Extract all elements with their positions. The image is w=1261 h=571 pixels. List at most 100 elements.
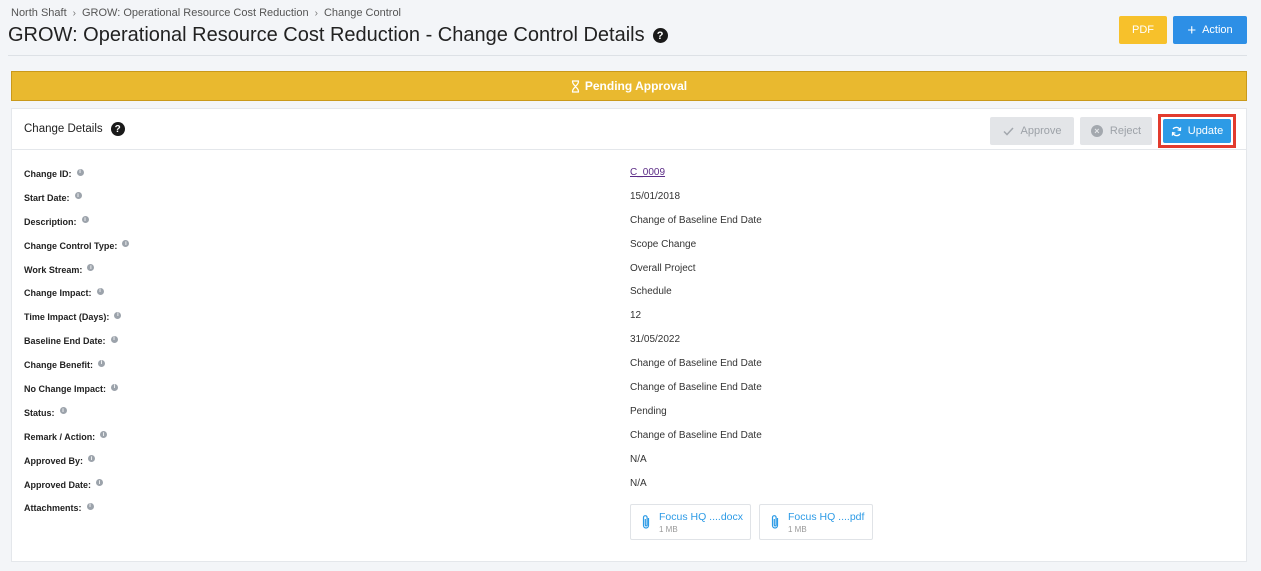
detail-row-approved-date: Approved Date: i N/A [12,472,1246,496]
detail-row-remark-action: Remark / Action: i Change of Baseline End… [12,424,1246,448]
detail-label: Baseline End Date: i [24,335,118,346]
breadcrumb-item-north-shaft[interactable]: North Shaft [11,7,67,19]
detail-label: Status: i [24,407,67,418]
attachment-info: Focus HQ ....pdf 1 MB [788,511,864,534]
detail-label-text: Change Control Type: [24,240,118,251]
attachment-item[interactable]: Focus HQ ....docx 1 MB [630,504,751,540]
detail-label: Work Stream: i [24,264,95,275]
action-button-label: Action [1202,24,1233,36]
approve-button[interactable]: Approve [990,117,1074,145]
detail-label-text: Status: [24,407,55,418]
update-button[interactable]: Update [1163,119,1231,143]
breadcrumb-item-project[interactable]: GROW: Operational Resource Cost Reductio… [82,7,309,19]
info-icon[interactable]: i [98,359,106,367]
help-icon[interactable]: ? [110,122,125,136]
header-buttons: PDF + Action [1119,16,1247,44]
update-highlight: Update [1158,114,1236,148]
attachment-name[interactable]: Focus HQ ....pdf [788,511,864,523]
detail-label-text: Description: [24,216,77,227]
detail-value: Change of Baseline End Date [630,382,762,394]
info-icon[interactable]: i [96,479,104,487]
detail-value: Scope Change [630,238,697,250]
detail-row-status: Status: i Pending [12,400,1246,424]
detail-value: N/A [630,477,647,489]
close-circle-icon: × [1090,125,1103,137]
panel-header: Change Details ? Approve × Reject Update [12,109,1246,150]
detail-row-change-impact: Change Impact: i Schedule [12,280,1246,304]
pdf-button[interactable]: PDF [1119,16,1167,44]
detail-label: Change Benefit: i [24,359,106,371]
breadcrumb-item-change-control[interactable]: Change Control [324,7,401,19]
plus-icon: + [1187,21,1197,39]
detail-label-text: Attachments: [24,503,82,514]
reject-button-label: Reject [1109,125,1142,137]
info-icon[interactable]: i [76,168,84,176]
detail-row-description: Description: i Change of Baseline End Dat… [12,209,1246,233]
status-banner: Pending Approval [11,71,1247,101]
detail-row-approved-by: Approved By: i N/A [12,448,1246,472]
detail-value: 15/01/2018 [630,190,681,202]
info-icon[interactable]: i [110,335,118,343]
detail-label: Change Control Type: i [24,240,130,251]
paperclip-icon [642,515,650,529]
detail-row-no-change-impact: No Change Impact: i Change of Baseline En… [12,376,1246,400]
detail-label-text: Approved Date: [24,479,92,490]
detail-value: N/A [630,453,647,465]
info-icon[interactable]: i [86,502,94,510]
detail-value: Change of Baseline End Date [630,358,762,370]
detail-label: Approved Date: i [24,479,104,490]
detail-label: Description: i [24,216,89,227]
detail-row-change-control-type: Change Control Type: i Scope Change [12,233,1246,257]
info-icon[interactable]: i [114,311,122,319]
details-list: Change ID: i C_0009 Start Date: i 15/01/20… [12,161,1246,519]
detail-value: 12 [630,310,642,322]
info-icon[interactable]: i [59,407,67,415]
header-divider [8,55,1247,56]
detail-row-attachments: Attachments: i [12,495,1246,519]
detail-label-text: Change Benefit: [24,360,94,371]
detail-value: Overall Project [630,262,696,274]
detail-label-text: No Change Impact: [24,384,107,395]
info-icon[interactable]: i [122,240,130,248]
detail-row-change-id: Change ID: i C_0009 [12,161,1246,185]
detail-label-text: Work Stream: [24,264,83,275]
change-details-panel: Change Details ? Approve × Reject Update… [11,108,1247,562]
info-icon[interactable]: i [87,264,95,272]
detail-label: Time Impact (Days): i [24,311,122,323]
attachment-name[interactable]: Focus HQ ....docx [659,511,743,523]
page-title-text: GROW: Operational Resource Cost Reductio… [8,24,645,46]
info-icon[interactable]: i [81,216,89,224]
detail-row-change-benefit: Change Benefit: i Change of Baseline End … [12,352,1246,376]
detail-value: Schedule [630,286,672,298]
chevron-right-icon: › [314,7,318,19]
breadcrumb: North Shaft › GROW: Operational Resource… [11,7,401,19]
detail-row-baseline-end-date: Baseline End Date: i 31/05/2022 [12,328,1246,352]
reject-button[interactable]: × Reject [1080,117,1152,145]
detail-label-text: Remark / Action: [24,431,96,442]
detail-row-start-date: Start Date: i 15/01/2018 [12,185,1246,209]
info-icon[interactable]: i [88,455,96,463]
attachment-size: 1 MB [788,524,807,534]
panel-buttons: Approve × Reject Update [990,114,1236,148]
status-banner-text: Pending Approval [584,79,688,93]
detail-label-text: Time Impact (Days): [24,312,110,323]
detail-label: Start Date: i [24,192,82,203]
attachment-size: 1 MB [659,524,678,534]
detail-label: Change ID: i [24,168,84,179]
info-icon[interactable]: i [96,287,104,295]
paperclip-icon [771,515,779,529]
info-icon[interactable]: i [74,192,82,200]
detail-row-work-stream: Work Stream: i Overall Project [12,257,1246,281]
help-icon[interactable]: ? [652,28,668,43]
chevron-right-icon: › [72,7,76,19]
detail-label-text: Start Date: [24,192,70,203]
change-id-link[interactable]: C_0009 [630,167,665,178]
attachments-list: Focus HQ ....docx 1 MB Focus HQ ....pdf … [630,504,873,540]
action-button[interactable]: + Action [1173,16,1247,44]
page-title: GROW: Operational Resource Cost Reductio… [8,24,668,47]
attachment-item[interactable]: Focus HQ ....pdf 1 MB [759,504,873,540]
info-icon[interactable]: i [111,383,119,391]
info-icon[interactable]: i [100,431,108,439]
detail-value: Change of Baseline End Date [630,214,762,226]
detail-value: Change of Baseline End Date [630,429,762,441]
